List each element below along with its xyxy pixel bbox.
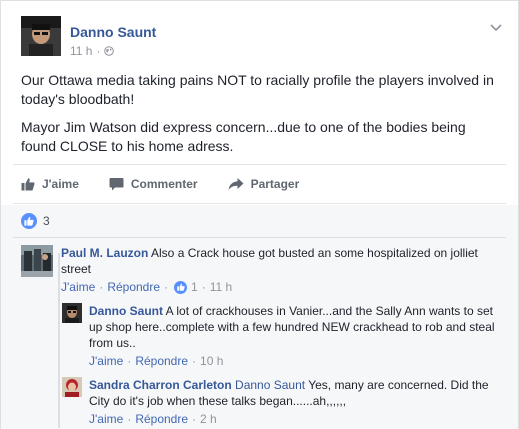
post-body: Our Ottawa media taking pains NOT to rac… [21,71,501,165]
comment-body: Paul M. Lauzon Also a Crack house got bu… [61,245,501,277]
comment-button[interactable]: Commenter [109,177,198,191]
reply-thread-line [58,253,60,428]
commenter-avatar[interactable] [62,377,82,397]
post-action-bar: J'aime Commenter Partager [13,164,506,204]
reaction-count: 3 [43,214,50,228]
share-button[interactable]: Partager [228,177,300,191]
comment-timestamp[interactable]: 11 h [210,280,232,294]
like-button[interactable]: J'aime [21,177,79,191]
post-paragraph: Mayor Jim Watson did express concern...d… [21,119,466,154]
comment-mention[interactable]: Danno Saunt [235,378,305,392]
comment-actions: J'aime · Répondre · 1 · 11 h [61,280,233,294]
reply: Danno Saunt A lot of crackhouses in Vani… [62,303,502,371]
divider [13,237,506,238]
comment: Paul M. Lauzon Also a Crack house got bu… [21,245,501,295]
speech-bubble-icon [109,178,124,191]
commenter-avatar[interactable] [21,245,53,277]
like-reaction-icon [174,280,188,294]
like-button-label: J'aime [42,177,79,191]
globe-icon [104,46,115,56]
post-meta: 11 h · [70,44,115,58]
reply: Sandra Charron Carleton Danno Saunt Yes,… [62,377,502,429]
chevron-down-icon[interactable] [490,22,502,32]
comment-author[interactable]: Paul M. Lauzon [61,246,148,260]
comment-timestamp[interactable]: 2 h [200,412,217,426]
comment-author[interactable]: Danno Saunt [89,304,163,318]
comment-like-link[interactable]: J'aime [61,280,95,294]
post-paragraph: Our Ottawa media taking pains NOT to rac… [21,72,494,107]
share-button-label: Partager [250,177,300,191]
comment-reply-link[interactable]: Répondre [107,280,160,294]
post-author-name[interactable]: Danno Saunt [70,24,156,40]
commenter-avatar[interactable] [62,303,82,323]
comment-timestamp[interactable]: 10 h [200,354,223,368]
comment-like-count[interactable]: 1 [191,280,198,294]
comment-actions: J'aime · Répondre · 10 h [89,354,224,368]
comment-body: Sandra Charron Carleton Danno Saunt Yes,… [89,377,502,409]
post-card: Danno Saunt 11 h · Our Ottawa media taki… [0,0,519,429]
like-reaction-icon [21,213,37,229]
post-timestamp[interactable]: 11 h [70,44,92,58]
comment-button-label: Commenter [130,177,198,191]
comment-author[interactable]: Sandra Charron Carleton [89,378,232,392]
author-avatar[interactable] [21,16,61,56]
thumbs-up-icon [21,178,35,191]
comment-like-link[interactable]: J'aime [89,412,123,426]
comment-reply-link[interactable]: Répondre [135,412,188,426]
reactions-summary[interactable]: 3 [21,209,50,233]
comment-like-link[interactable]: J'aime [89,354,123,368]
share-arrow-icon [228,178,244,190]
comment-reply-link[interactable]: Répondre [135,354,188,368]
comment-body: Danno Saunt A lot of crackhouses in Vani… [89,303,502,351]
comment-actions: J'aime · Répondre · 2 h [89,412,217,426]
